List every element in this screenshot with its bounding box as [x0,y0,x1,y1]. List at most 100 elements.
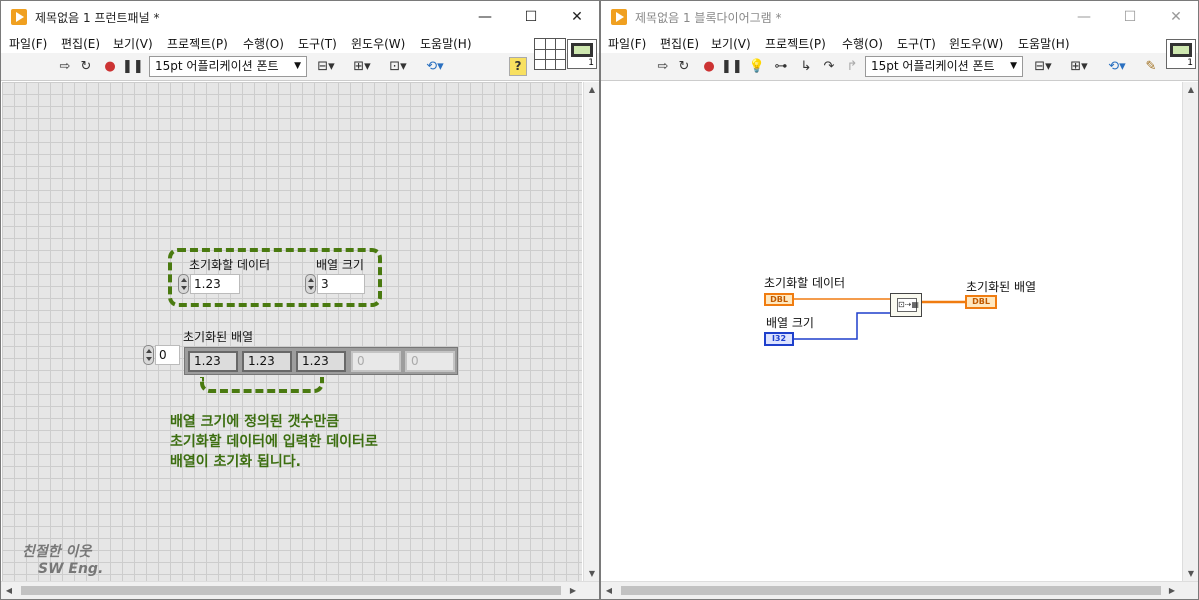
front-panel-window: 제목없음 1 프런트패널 * — ☐ ✕ 파일(F) 편집(E) 보기(V) 프… [0,0,600,600]
vi-number: 1 [588,58,594,68]
title-bar: 제목없음 1 블록다이어그램 * — ☐ ✕ [601,1,1198,33]
scroll-left-icon[interactable]: ◀ [1,582,17,599]
front-panel-canvas: 초기화할 데이터 1.23 배열 크기 3 초기화된 배열 0 1.23 1.2… [2,82,582,582]
step-over-icon[interactable]: ↷ [820,57,838,77]
run-arrow-icon[interactable]: ⇨ [56,57,74,77]
menu-operate[interactable]: 수행(O) [243,35,284,52]
scroll-left-icon[interactable]: ◀ [601,582,617,599]
step-out-icon[interactable]: ↱ [843,57,861,77]
initialize-array-node[interactable]: ⊡⇢▦ [890,293,922,317]
labview-app-icon [611,9,627,25]
init-data-control[interactable]: 1.23 [178,274,242,294]
increment-decrement-icon[interactable] [178,274,189,294]
scroll-right-icon[interactable]: ▶ [1164,582,1180,599]
abort-icon[interactable]: ● [700,57,718,77]
resize-objects-icon[interactable]: ⊡▾ [384,57,412,77]
pause-icon[interactable]: ❚❚ [122,57,144,77]
align-objects-icon[interactable]: ⊟▾ [312,57,340,77]
menu-file[interactable]: 파일(F) [608,35,646,52]
menu-help[interactable]: 도움말(H) [1018,35,1070,52]
maximize-button[interactable]: ☐ [1107,1,1153,33]
scroll-thumb[interactable] [21,586,561,595]
scroll-up-icon[interactable]: ▲ [584,82,599,98]
run-continuously-icon[interactable]: ↻ [675,57,693,77]
watermark-line: 친절한 이웃 [22,544,92,560]
window-title: 제목없음 1 프런트패널 * [35,11,160,25]
abort-icon[interactable]: ● [101,57,119,77]
title-bar: 제목없음 1 프런트패널 * — ☐ ✕ [1,1,599,33]
close-button[interactable]: ✕ [1153,1,1198,33]
chevron-down-icon: ▼ [294,61,301,71]
annotation-note: 배열 크기에 정의된 갯수만큼 초기화할 데이터에 입력한 데이터로 배열이 초… [170,412,378,472]
array-size-terminal[interactable]: I32 [764,332,794,346]
array-element-empty: 0 [351,351,401,372]
array-index-control[interactable]: 0 [143,345,183,365]
increment-decrement-icon[interactable] [143,345,154,365]
menu-window[interactable]: 윈도우(W) [351,35,405,52]
font-select[interactable]: 15pt 어플리케이션 폰트 ▼ [865,56,1023,77]
menu-edit[interactable]: 편집(E) [61,35,100,52]
init-data-terminal[interactable]: DBL [764,293,794,306]
init-data-label: 초기화할 데이터 [189,258,271,272]
menu-tools[interactable]: 도구(T) [298,35,337,52]
close-button[interactable]: ✕ [554,1,599,33]
reorder-icon[interactable]: ⟲▾ [1103,57,1131,77]
menu-view[interactable]: 보기(V) [113,35,153,52]
increment-decrement-icon[interactable] [305,274,316,294]
scroll-right-icon[interactable]: ▶ [565,582,581,599]
font-select-value: 15pt 어플리케이션 폰트 [871,59,995,73]
font-select[interactable]: 15pt 어플리케이션 폰트 ▼ [149,56,307,77]
menu-window[interactable]: 윈도우(W) [949,35,1003,52]
watermark-line: SW Eng. [38,561,104,577]
menu-tools[interactable]: 도구(T) [897,35,936,52]
array-size-value[interactable]: 3 [317,274,365,294]
scroll-down-icon[interactable]: ▼ [1183,566,1198,582]
distribute-objects-icon[interactable]: ⊞▾ [348,57,376,77]
toolbar: ⇨ ↻ ● ❚❚ 15pt 어플리케이션 폰트 ▼ ⊟▾ ⊞▾ ⊡▾ ⟲▾ ? [1,53,599,81]
context-help-button[interactable]: ? [509,57,527,76]
horizontal-scrollbar[interactable]: ◀ ▶ [1,581,599,599]
run-arrow-icon[interactable]: ⇨ [654,57,672,77]
vi-number: 1 [1187,58,1193,68]
distribute-objects-icon[interactable]: ⊞▾ [1065,57,1093,77]
menu-operate[interactable]: 수행(O) [842,35,883,52]
scroll-down-icon[interactable]: ▼ [584,566,599,582]
menu-view[interactable]: 보기(V) [711,35,751,52]
maximize-button[interactable]: ☐ [508,1,554,33]
menu-bar: 파일(F) 편집(E) 보기(V) 프로젝트(P) 수행(O) 도구(T) 윈도… [601,33,1198,53]
reorder-icon[interactable]: ⟲▾ [421,57,449,77]
block-diagram-canvas: 초기화할 데이터 DBL 배열 크기 I32 ⊡⇢▦ 초기화된 배열 DBL [602,82,1182,582]
vi-icon[interactable]: 1 [567,39,597,69]
array-element: 1.23 [242,351,292,372]
vertical-scrollbar[interactable]: ▲ ▼ [1182,82,1198,582]
initialize-array-icon: ⊡⇢▦ [897,298,919,312]
array-element: 1.23 [188,351,238,372]
i32-type-label: I32 [771,334,787,343]
array-size-control[interactable]: 3 [305,274,367,294]
note-line: 배열 크기에 정의된 갯수만큼 [170,414,340,430]
menu-edit[interactable]: 편집(E) [660,35,699,52]
minimize-button[interactable]: — [1061,1,1107,33]
scroll-up-icon[interactable]: ▲ [1183,82,1198,98]
horizontal-scrollbar[interactable]: ◀ ▶ [601,581,1198,599]
minimize-button[interactable]: — [462,1,508,33]
menu-project[interactable]: 프로젝트(P) [167,35,228,52]
result-array-terminal[interactable]: DBL [965,295,997,309]
init-data-value[interactable]: 1.23 [190,274,240,294]
array-index-value[interactable]: 0 [155,345,180,365]
vertical-scrollbar[interactable]: ▲ ▼ [583,82,599,582]
menu-project[interactable]: 프로젝트(P) [765,35,826,52]
clean-up-diagram-icon[interactable]: ✎ [1139,57,1163,77]
dbl-array-type-label: DBL [972,297,990,306]
step-into-icon[interactable]: ↳ [797,57,815,77]
retain-wire-values-icon[interactable]: ⊶ [772,57,790,77]
scroll-thumb[interactable] [621,586,1161,595]
run-continuously-icon[interactable]: ↻ [77,57,95,77]
menu-file[interactable]: 파일(F) [9,35,47,52]
pause-icon[interactable]: ❚❚ [721,57,743,77]
connector-pane-icon[interactable] [534,38,566,70]
highlight-execution-icon[interactable]: 💡 [748,57,766,77]
vi-icon[interactable]: 1 [1166,39,1196,69]
align-objects-icon[interactable]: ⊟▾ [1029,57,1057,77]
menu-help[interactable]: 도움말(H) [420,35,472,52]
